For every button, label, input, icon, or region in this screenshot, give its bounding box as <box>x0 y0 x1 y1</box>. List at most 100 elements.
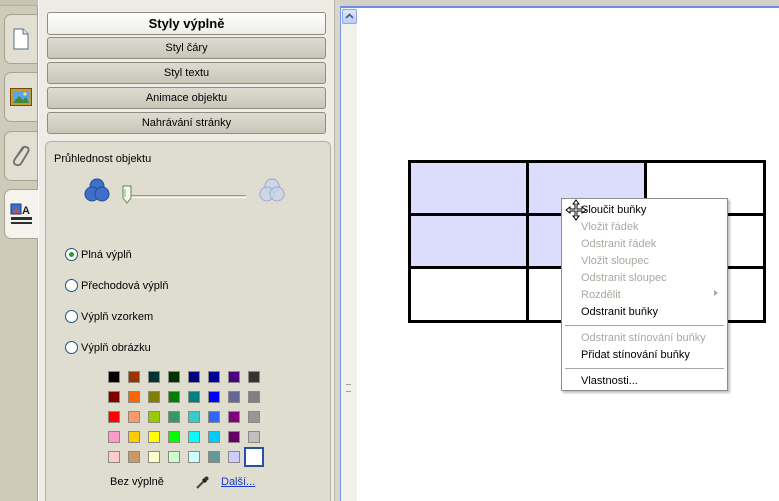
section-object-animation[interactable]: Animace objektu <box>47 87 326 109</box>
color-swatch[interactable] <box>168 411 180 423</box>
radio-button[interactable] <box>65 279 78 292</box>
color-swatch[interactable] <box>128 451 140 463</box>
scroll-up-button[interactable] <box>342 9 357 24</box>
tab-attachments[interactable] <box>4 131 37 181</box>
section-line-style[interactable]: Styl čáry <box>47 37 326 59</box>
table-border-vertical <box>763 160 766 323</box>
radio-button[interactable] <box>65 341 78 354</box>
color-swatch[interactable] <box>108 411 120 423</box>
picture-icon <box>10 88 32 106</box>
menu-merge-cells[interactable]: Sloučit buňky <box>581 203 646 217</box>
opacity-label: Průhlednost objektu <box>54 153 152 165</box>
section-page-recording[interactable]: Nahrávání stránky <box>47 112 326 134</box>
color-swatch[interactable] <box>188 411 200 423</box>
color-swatch[interactable] <box>228 411 240 423</box>
menu-insert-column: Vložit sloupec <box>581 255 649 267</box>
color-swatch[interactable] <box>208 451 220 463</box>
radio-pattern-fill[interactable]: Výplň vzorkem <box>65 310 153 323</box>
paperclip-icon <box>12 145 30 167</box>
fill-styles-body: Průhlednost objektu Plná výplň Přechodov… <box>45 141 331 501</box>
color-swatch[interactable] <box>108 371 120 383</box>
canvas-vertical-scrollbar[interactable] <box>340 8 357 501</box>
color-swatch[interactable] <box>248 391 260 403</box>
section-text-style[interactable]: Styl textu <box>47 62 326 84</box>
color-swatch[interactable] <box>168 391 180 403</box>
side-tab-strip: A <box>0 0 39 501</box>
menu-insert-row: Vložit řádek <box>581 221 639 233</box>
submenu-arrow-icon <box>714 290 718 296</box>
color-swatch[interactable] <box>248 431 260 443</box>
tab-strip-top <box>0 0 38 6</box>
radio-solid-fill[interactable]: Plná výplň <box>65 248 132 261</box>
color-swatch[interactable] <box>248 371 260 383</box>
color-swatch[interactable] <box>188 391 200 403</box>
menu-delete-row: Odstranit řádek <box>581 238 657 250</box>
color-swatch[interactable] <box>244 447 264 467</box>
table-border-vertical <box>526 160 529 323</box>
table-cell[interactable] <box>411 269 526 320</box>
radio-gradient-fill[interactable]: Přechodová výplň <box>65 279 168 292</box>
color-swatch[interactable] <box>208 411 220 423</box>
color-swatch[interactable] <box>188 371 200 383</box>
radio-label: Výplň obrázku <box>81 341 151 354</box>
color-swatch[interactable] <box>228 451 240 463</box>
color-swatch[interactable] <box>148 411 160 423</box>
tab-page-sorter[interactable] <box>4 14 37 64</box>
menu-add-cell-shading[interactable]: Přidat stínování buňky <box>581 348 690 362</box>
color-swatch[interactable] <box>208 431 220 443</box>
document-icon <box>13 28 29 50</box>
color-swatch[interactable] <box>208 391 220 403</box>
menu-delete-cells[interactable]: Odstranit buňky <box>581 305 658 319</box>
color-swatch[interactable] <box>128 391 140 403</box>
menu-separator <box>565 368 724 369</box>
fill-properties-icon: A <box>10 203 32 224</box>
table-cell[interactable] <box>411 216 526 266</box>
menu-properties[interactable]: Vlastnosti... <box>581 374 638 388</box>
tab-properties[interactable]: A <box>4 189 39 239</box>
no-fill-label: Bez výplně <box>110 476 164 488</box>
color-swatch[interactable] <box>168 371 180 383</box>
color-swatch[interactable] <box>168 431 180 443</box>
color-swatch[interactable] <box>228 431 240 443</box>
color-swatch[interactable] <box>148 391 160 403</box>
table-cell[interactable] <box>411 163 526 213</box>
radio-button[interactable] <box>65 248 78 261</box>
eyedropper-icon[interactable] <box>194 475 210 491</box>
opacity-slider-thumb[interactable] <box>122 185 132 204</box>
menu-separator <box>565 325 724 326</box>
radio-label: Plná výplň <box>81 248 132 261</box>
table-border-horizontal <box>408 160 766 163</box>
opacity-slider-track[interactable] <box>126 195 246 198</box>
color-swatch[interactable] <box>228 391 240 403</box>
section-fill-styles[interactable]: Styly výplně <box>47 12 326 35</box>
more-colors-link[interactable]: Další... <box>221 476 255 488</box>
color-swatch[interactable] <box>148 431 160 443</box>
svg-text:A: A <box>22 205 30 217</box>
color-swatch[interactable] <box>148 371 160 383</box>
opaque-icon <box>84 178 110 202</box>
color-swatch[interactable] <box>108 431 120 443</box>
color-swatch[interactable] <box>188 431 200 443</box>
color-swatch[interactable] <box>128 431 140 443</box>
menu-remove-cell-shading: Odstranit stínování buňky <box>581 332 706 344</box>
radio-button[interactable] <box>65 310 78 323</box>
scrollbar-grip[interactable] <box>346 384 351 392</box>
properties-panel: Styly výplně Styl čáry Styl textu Animac… <box>38 0 334 501</box>
color-swatch[interactable] <box>208 371 220 383</box>
tab-gallery[interactable] <box>4 72 37 122</box>
color-swatch[interactable] <box>228 371 240 383</box>
chevron-up-icon <box>345 13 354 19</box>
color-swatch[interactable] <box>108 391 120 403</box>
context-menu: Sloučit buňky Vložit řádek Odstranit řádek… <box>561 198 728 391</box>
color-swatch[interactable] <box>188 451 200 463</box>
color-swatch[interactable] <box>128 411 140 423</box>
color-swatch[interactable] <box>148 451 160 463</box>
move-cursor-icon <box>565 199 587 221</box>
color-swatch[interactable] <box>128 371 140 383</box>
color-swatch[interactable] <box>248 411 260 423</box>
radio-image-fill[interactable]: Výplň obrázku <box>65 341 151 354</box>
color-swatch[interactable] <box>108 451 120 463</box>
menu-split: Rozdělit <box>581 289 621 301</box>
radio-label: Výplň vzorkem <box>81 310 154 323</box>
color-swatch[interactable] <box>168 451 180 463</box>
